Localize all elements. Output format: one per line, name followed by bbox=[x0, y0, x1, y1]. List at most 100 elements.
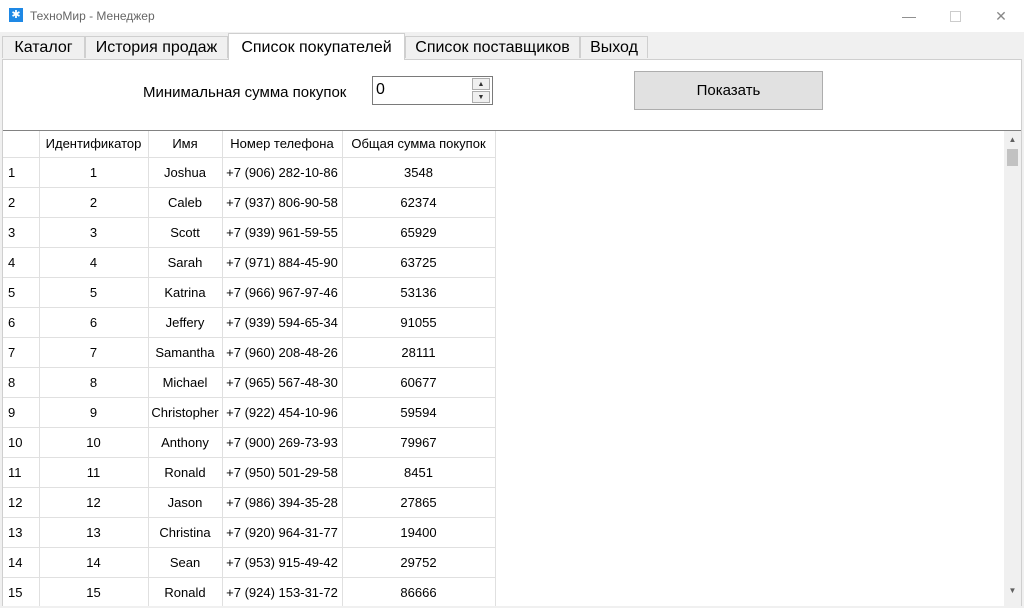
stepper-up-icon[interactable]: ▲ bbox=[472, 78, 490, 90]
table-row[interactable]: 11 11 Ronald +7 (950) 501-29-58 8451 bbox=[3, 456, 496, 488]
column-header-name[interactable]: Имя bbox=[147, 131, 223, 158]
cell-total[interactable]: 8451 bbox=[341, 456, 496, 488]
cell-id[interactable]: 2 bbox=[38, 186, 149, 218]
cell-total[interactable]: 28111 bbox=[341, 336, 496, 368]
cell-name[interactable]: Christopher bbox=[147, 396, 223, 428]
row-number[interactable]: 6 bbox=[3, 306, 40, 338]
cell-total[interactable]: 19400 bbox=[341, 516, 496, 548]
table-row[interactable]: 9 9 Christopher +7 (922) 454-10-96 59594 bbox=[3, 396, 496, 428]
minimize-button[interactable]: — bbox=[886, 0, 932, 32]
row-number[interactable]: 2 bbox=[3, 186, 40, 218]
cell-total[interactable]: 3548 bbox=[341, 156, 496, 188]
table-row[interactable]: 10 10 Anthony +7 (900) 269-73-93 79967 bbox=[3, 426, 496, 458]
row-number[interactable]: 3 bbox=[3, 216, 40, 248]
cell-id[interactable]: 7 bbox=[38, 336, 149, 368]
cell-total[interactable]: 29752 bbox=[341, 546, 496, 578]
cell-id[interactable]: 4 bbox=[38, 246, 149, 278]
table-row[interactable]: 13 13 Christina +7 (920) 964-31-77 19400 bbox=[3, 516, 496, 548]
show-button[interactable]: Показать bbox=[634, 71, 823, 110]
cell-total[interactable]: 62374 bbox=[341, 186, 496, 218]
scroll-thumb[interactable] bbox=[1007, 149, 1018, 166]
cell-name[interactable]: Sean bbox=[147, 546, 223, 578]
cell-id[interactable]: 11 bbox=[38, 456, 149, 488]
cell-id[interactable]: 9 bbox=[38, 396, 149, 428]
min-purchase-value[interactable]: 0 bbox=[376, 81, 385, 99]
cell-id[interactable]: 12 bbox=[38, 486, 149, 518]
tab-sales-history[interactable]: История продаж bbox=[85, 36, 228, 58]
row-number[interactable]: 7 bbox=[3, 336, 40, 368]
cell-phone[interactable]: +7 (924) 153-31-72 bbox=[221, 576, 343, 606]
column-header-phone[interactable]: Номер телефона bbox=[221, 131, 343, 158]
cell-phone[interactable]: +7 (922) 454-10-96 bbox=[221, 396, 343, 428]
cell-id[interactable]: 6 bbox=[38, 306, 149, 338]
cell-id[interactable]: 15 bbox=[38, 576, 149, 606]
cell-id[interactable]: 8 bbox=[38, 366, 149, 398]
cell-name[interactable]: Katrina bbox=[147, 276, 223, 308]
cell-phone[interactable]: +7 (971) 884-45-90 bbox=[221, 246, 343, 278]
cell-name[interactable]: Jason bbox=[147, 486, 223, 518]
cell-total[interactable]: 63725 bbox=[341, 246, 496, 278]
cell-id[interactable]: 13 bbox=[38, 516, 149, 548]
table-row[interactable]: 15 15 Ronald +7 (924) 153-31-72 86666 bbox=[3, 576, 496, 606]
cell-phone[interactable]: +7 (950) 501-29-58 bbox=[221, 456, 343, 488]
cell-phone[interactable]: +7 (939) 961-59-55 bbox=[221, 216, 343, 248]
cell-phone[interactable]: +7 (966) 967-97-46 bbox=[221, 276, 343, 308]
table-row[interactable]: 7 7 Samantha +7 (960) 208-48-26 28111 bbox=[3, 336, 496, 368]
cell-name[interactable]: Christina bbox=[147, 516, 223, 548]
min-purchase-stepper[interactable]: 0 ▲ ▼ bbox=[372, 76, 493, 105]
table-row[interactable]: 8 8 Michael +7 (965) 567-48-30 60677 bbox=[3, 366, 496, 398]
tab-catalog[interactable]: Каталог bbox=[2, 36, 85, 58]
title-bar[interactable]: ✱ ТехноМир - Менеджер — ✕ bbox=[0, 0, 1024, 32]
scroll-up-icon[interactable]: ▲ bbox=[1004, 131, 1021, 148]
cell-id[interactable]: 5 bbox=[38, 276, 149, 308]
cell-phone[interactable]: +7 (953) 915-49-42 bbox=[221, 546, 343, 578]
cell-total[interactable]: 65929 bbox=[341, 216, 496, 248]
tab-exit[interactable]: Выход bbox=[580, 36, 648, 58]
row-number[interactable]: 1 bbox=[3, 156, 40, 188]
row-number[interactable]: 8 bbox=[3, 366, 40, 398]
cell-total[interactable]: 91055 bbox=[341, 306, 496, 338]
cell-id[interactable]: 14 bbox=[38, 546, 149, 578]
cell-name[interactable]: Joshua bbox=[147, 156, 223, 188]
cell-total[interactable]: 59594 bbox=[341, 396, 496, 428]
column-header-total[interactable]: Общая сумма покупок bbox=[341, 131, 496, 158]
cell-name[interactable]: Ronald bbox=[147, 456, 223, 488]
cell-name[interactable]: Scott bbox=[147, 216, 223, 248]
cell-id[interactable]: 3 bbox=[38, 216, 149, 248]
table-row[interactable]: 6 6 Jeffery +7 (939) 594-65-34 91055 bbox=[3, 306, 496, 338]
tab-suppliers[interactable]: Список поставщиков bbox=[405, 36, 580, 58]
cell-phone[interactable]: +7 (937) 806-90-58 bbox=[221, 186, 343, 218]
row-number[interactable]: 13 bbox=[3, 516, 40, 548]
row-number[interactable]: 4 bbox=[3, 246, 40, 278]
cell-phone[interactable]: +7 (939) 594-65-34 bbox=[221, 306, 343, 338]
cell-total[interactable]: 79967 bbox=[341, 426, 496, 458]
cell-phone[interactable]: +7 (906) 282-10-86 bbox=[221, 156, 343, 188]
table-row[interactable]: 1 1 Joshua +7 (906) 282-10-86 3548 bbox=[3, 156, 496, 188]
cell-name[interactable]: Samantha bbox=[147, 336, 223, 368]
cell-name[interactable]: Anthony bbox=[147, 426, 223, 458]
cell-name[interactable]: Michael bbox=[147, 366, 223, 398]
column-header-id[interactable]: Идентификатор bbox=[38, 131, 149, 158]
table-row[interactable]: 14 14 Sean +7 (953) 915-49-42 29752 bbox=[3, 546, 496, 578]
table-row[interactable]: 5 5 Katrina +7 (966) 967-97-46 53136 bbox=[3, 276, 496, 308]
cell-name[interactable]: Jeffery bbox=[147, 306, 223, 338]
row-number[interactable]: 10 bbox=[3, 426, 40, 458]
cell-id[interactable]: 10 bbox=[38, 426, 149, 458]
cell-name[interactable]: Ronald bbox=[147, 576, 223, 606]
cell-total[interactable]: 53136 bbox=[341, 276, 496, 308]
close-button[interactable]: ✕ bbox=[978, 0, 1024, 32]
vertical-scrollbar[interactable]: ▲ ▼ bbox=[1004, 131, 1021, 606]
row-number[interactable]: 14 bbox=[3, 546, 40, 578]
table-row[interactable]: 2 2 Caleb +7 (937) 806-90-58 62374 bbox=[3, 186, 496, 218]
cell-phone[interactable]: +7 (965) 567-48-30 bbox=[221, 366, 343, 398]
cell-total[interactable]: 27865 bbox=[341, 486, 496, 518]
customers-grid[interactable]: Идентификатор Имя Номер телефона Общая с… bbox=[3, 130, 1021, 606]
row-number[interactable]: 15 bbox=[3, 576, 40, 606]
cell-name[interactable]: Caleb bbox=[147, 186, 223, 218]
cell-phone[interactable]: +7 (920) 964-31-77 bbox=[221, 516, 343, 548]
maximize-button[interactable] bbox=[932, 0, 978, 32]
stepper-down-icon[interactable]: ▼ bbox=[472, 91, 490, 103]
cell-total[interactable]: 60677 bbox=[341, 366, 496, 398]
cell-phone[interactable]: +7 (900) 269-73-93 bbox=[221, 426, 343, 458]
table-row[interactable]: 12 12 Jason +7 (986) 394-35-28 27865 bbox=[3, 486, 496, 518]
